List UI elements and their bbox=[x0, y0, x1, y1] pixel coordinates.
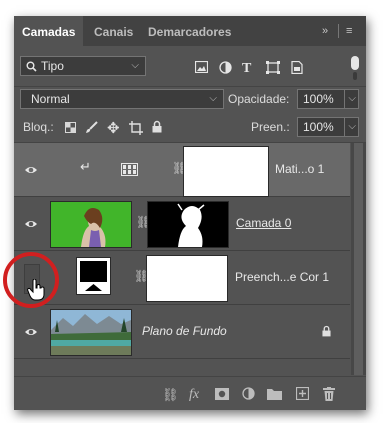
lock-label: Bloq.: bbox=[23, 120, 54, 134]
layer-row-adjustment[interactable]: ↵ ⛓ Mati...o 1 bbox=[14, 143, 350, 197]
chevron-down-icon: ⌵ bbox=[131, 60, 139, 71]
layers-list: ↵ ⛓ Mati...o 1 ⛓ Camada 0 ⛓ Preench...e … bbox=[14, 143, 366, 375]
clipping-arrow-icon: ↵ bbox=[80, 159, 91, 174]
layer-name[interactable]: Preench...e Cor 1 bbox=[235, 270, 329, 284]
search-icon bbox=[26, 61, 37, 72]
layers-panel: Camadas Canais Demarcadores » ≡ Tipo ⌵ T bbox=[14, 16, 366, 410]
trash-icon[interactable] bbox=[323, 387, 335, 401]
layer-mask-thumbnail[interactable] bbox=[147, 201, 229, 248]
chevron-down-icon: ⌵ bbox=[348, 121, 356, 132]
adjustment-layer-icon bbox=[121, 163, 138, 176]
filter-toggle-track bbox=[353, 72, 357, 80]
tab-divider bbox=[338, 24, 339, 38]
lock-move-icon[interactable]: ✥ bbox=[107, 119, 120, 137]
eye-icon[interactable] bbox=[24, 163, 38, 177]
tab-canais[interactable]: Canais bbox=[94, 16, 133, 46]
layer-name[interactable]: Plano de Fundo bbox=[142, 324, 227, 338]
layer-name[interactable]: Mati...o 1 bbox=[275, 162, 324, 176]
filter-kind-select[interactable]: Tipo ⌵ bbox=[20, 56, 146, 76]
filter-toggle-switch[interactable] bbox=[351, 56, 359, 70]
eye-icon[interactable] bbox=[24, 325, 38, 339]
new-layer-icon[interactable] bbox=[296, 387, 309, 400]
layer-row-background[interactable]: Plano de Fundo bbox=[14, 305, 350, 359]
lock-paint-icon[interactable] bbox=[85, 121, 98, 134]
fill-dropdown[interactable]: ⌵ bbox=[344, 117, 359, 137]
opacity-input[interactable]: 100% bbox=[297, 89, 345, 109]
lock-artboard-icon[interactable] bbox=[129, 121, 143, 135]
filter-row: Tipo ⌵ T bbox=[14, 46, 366, 87]
chevron-down-icon: ⌵ bbox=[209, 93, 217, 104]
lock-transparent-icon[interactable] bbox=[65, 122, 76, 133]
blend-mode-select[interactable]: Normal ⌵ bbox=[20, 89, 224, 109]
layer-row-solid-fill[interactable]: ⛓ Preench...e Cor 1 bbox=[14, 251, 350, 305]
fx-icon[interactable]: fx bbox=[189, 387, 199, 403]
fill-input[interactable]: 100% bbox=[297, 117, 345, 137]
fill-label: Preen.: bbox=[251, 120, 290, 134]
panel-menu-icon[interactable]: ≡ bbox=[346, 25, 352, 37]
blend-row: Normal ⌵ Opacidade: 100% ⌵ bbox=[14, 86, 366, 112]
collapse-icon[interactable]: » bbox=[322, 25, 328, 37]
adjustment-icon[interactable] bbox=[242, 387, 255, 400]
scrollbar-thumb[interactable] bbox=[354, 143, 363, 375]
panel-tab-bar: Camadas Canais Demarcadores » ≡ bbox=[14, 16, 366, 46]
link-icon[interactable]: ⛓ bbox=[162, 387, 179, 403]
lock-row: Bloq.: ✥ Preen.: 100% ⌵ bbox=[14, 112, 366, 143]
layer-thumbnail[interactable] bbox=[76, 257, 111, 295]
layer-mask-thumbnail[interactable] bbox=[183, 146, 269, 197]
layer-row-camada-0[interactable]: ⛓ Camada 0 bbox=[14, 197, 350, 251]
adjustment-filter-icon[interactable] bbox=[219, 61, 232, 74]
opacity-value: 100% bbox=[303, 92, 334, 106]
folder-icon[interactable] bbox=[267, 388, 282, 400]
lock-all-icon[interactable] bbox=[152, 120, 162, 133]
layer-lock-icon[interactable] bbox=[322, 325, 331, 337]
shape-filter-icon[interactable] bbox=[266, 61, 280, 74]
image-filter-icon[interactable] bbox=[195, 61, 208, 73]
smart-object-filter-icon[interactable] bbox=[291, 61, 303, 74]
layer-mask-thumbnail[interactable] bbox=[146, 255, 228, 302]
eye-icon[interactable] bbox=[24, 217, 38, 231]
filter-kind-label: Tipo bbox=[41, 59, 64, 73]
hand-cursor-icon bbox=[27, 279, 45, 301]
layers-scrollbar[interactable] bbox=[351, 143, 366, 375]
opacity-label: Opacidade: bbox=[228, 92, 290, 106]
layer-thumbnail[interactable] bbox=[50, 309, 132, 356]
type-filter-icon[interactable]: T bbox=[242, 61, 251, 77]
layer-name[interactable]: Camada 0 bbox=[236, 216, 291, 230]
opacity-dropdown[interactable]: ⌵ bbox=[344, 89, 359, 109]
chevron-down-icon: ⌵ bbox=[348, 93, 356, 104]
layer-thumbnail[interactable] bbox=[50, 201, 132, 248]
tab-camadas[interactable]: Camadas bbox=[14, 16, 84, 46]
fill-value: 100% bbox=[303, 120, 334, 134]
blend-mode-value: Normal bbox=[31, 92, 70, 106]
mask-icon[interactable] bbox=[215, 388, 229, 400]
layers-bottom-bar: ⛓ fx bbox=[14, 376, 366, 410]
tab-demarcadores[interactable]: Demarcadores bbox=[148, 16, 231, 46]
